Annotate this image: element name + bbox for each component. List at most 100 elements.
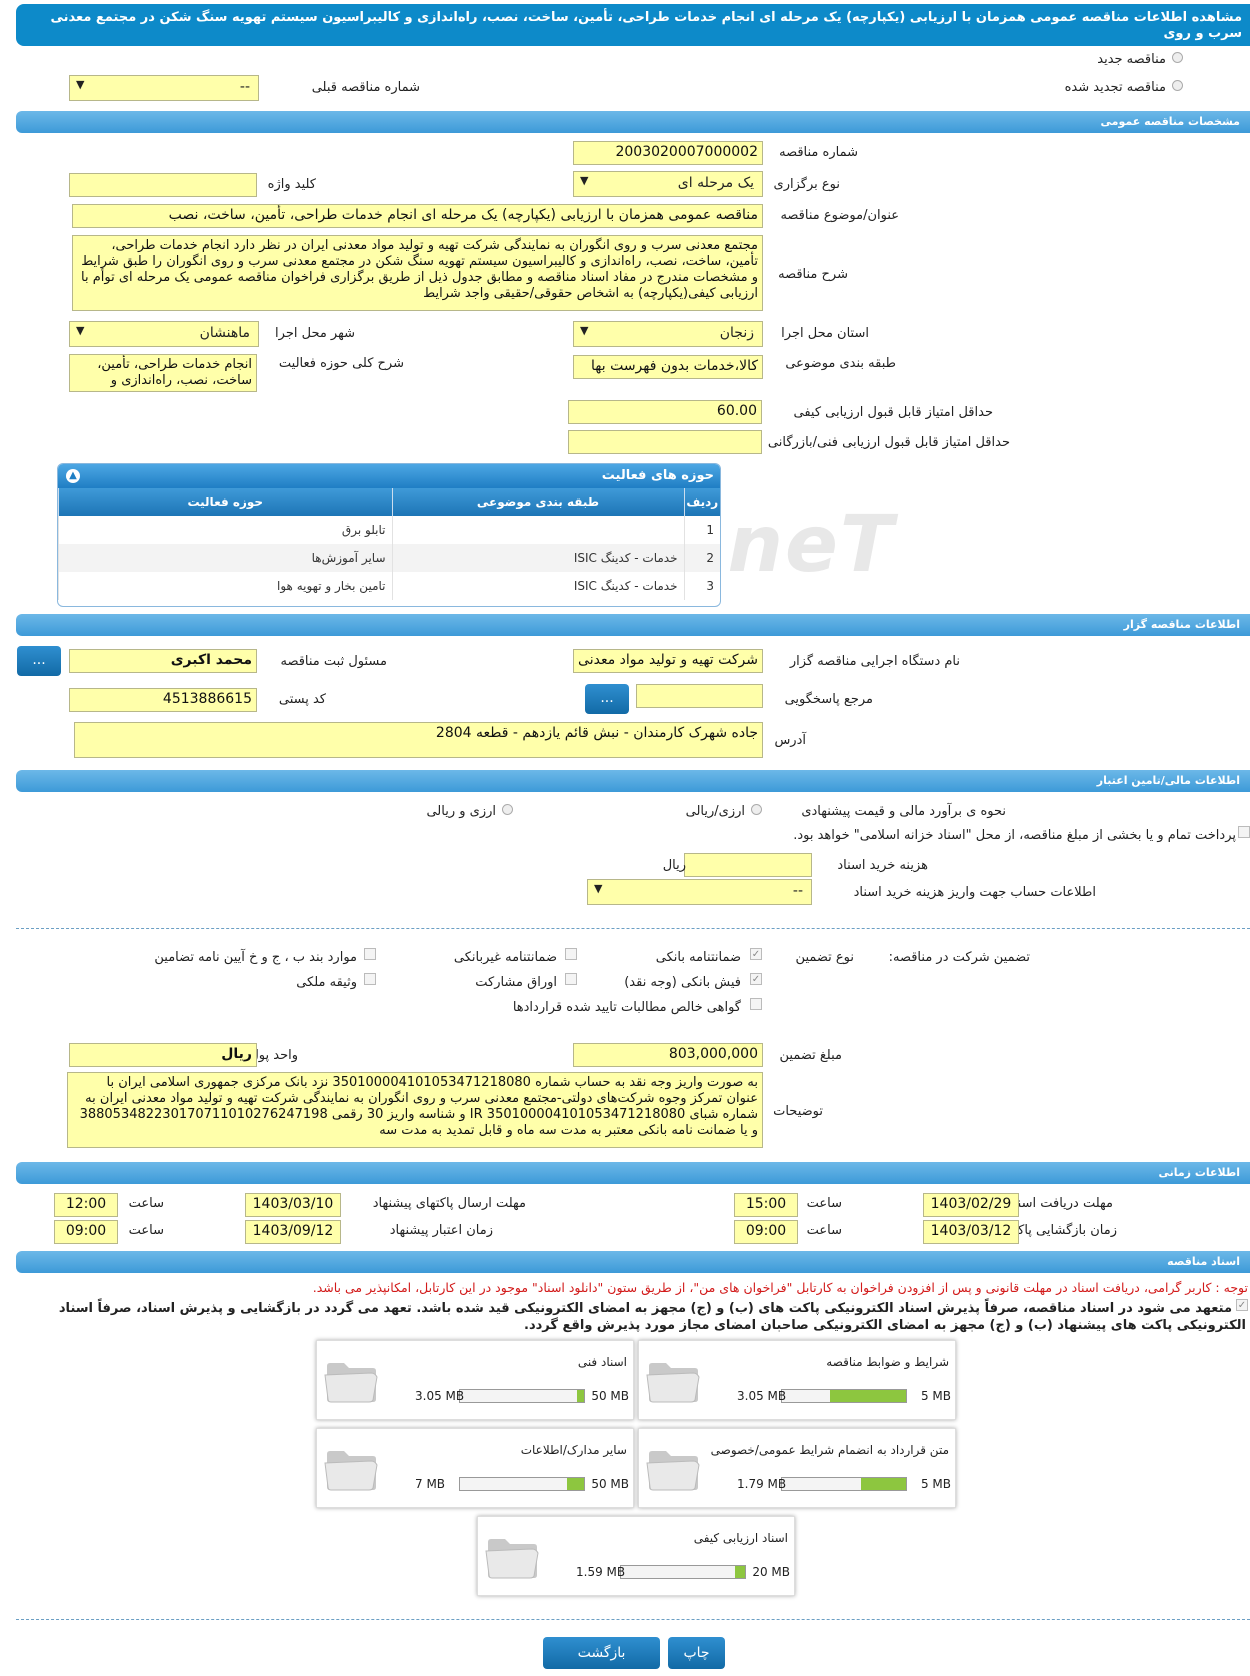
section-general: مشخصات مناقصه عمومی	[16, 111, 1250, 133]
responsible-lookup-button[interactable]: ...	[17, 646, 61, 676]
docs-note: توجه : کاربر گرامی، دریافت اسناد در مهلت…	[312, 1280, 1248, 1295]
doc-receive-time: 15:00	[734, 1193, 798, 1217]
doc-card[interactable]: متن قرارداد به انضمام شرایط عمومی/خصوصی 5…	[638, 1428, 956, 1508]
nonbank-guarantee-checkbox[interactable]	[565, 948, 577, 960]
open-time: 09:00	[734, 1220, 798, 1244]
bonds-checkbox[interactable]	[565, 973, 577, 985]
doc-progress-fill	[735, 1566, 745, 1578]
org-name-label: نام دستگاه اجرایی مناقصه گزار	[789, 654, 960, 669]
chevron-down-icon: ▼	[580, 324, 589, 337]
table-cell: 2	[683, 544, 720, 572]
table-row[interactable]: 1 تابلو برق	[58, 516, 720, 544]
table-cell: 3	[683, 572, 720, 600]
table-cell	[391, 516, 684, 544]
rial-unit: ریال	[662, 858, 686, 873]
doc-progress-fill	[576, 1390, 584, 1402]
doc-progress-fill	[566, 1478, 584, 1490]
city-select[interactable]: ماهنشان ▼	[69, 321, 259, 347]
city-label: شهر محل اجرا	[275, 326, 355, 341]
table-cell: سایر آموزش‌ها	[58, 544, 392, 572]
property-label: وثیقه ملکی	[296, 975, 357, 990]
tender-number-label: شماره مناقصه	[779, 145, 858, 160]
doc-name: سایر مدارک/اطلاعات	[520, 1443, 627, 1457]
renewed-tender-label: مناقصه تجدید شده	[1064, 80, 1166, 95]
doc-card[interactable]: اسناد ارزیابی کیفی 20 MB 1.59 MB	[477, 1516, 795, 1596]
docs-commit: متعهد می شود در اسناد مناقصه، صرفاً پذیر…	[58, 1301, 1246, 1333]
guarantee-label: تضمین شرکت در مناقصه:	[888, 950, 1030, 965]
treasury-text: پرداخت تمام و یا بخشی از مبلغ مناقصه، از…	[793, 828, 1236, 843]
subject-label: عنوان/موضوع مناقصه	[780, 208, 899, 223]
doc-progress-fill	[861, 1478, 906, 1490]
collapse-icon[interactable]: ▲	[66, 469, 80, 483]
keyword-field[interactable]	[69, 173, 257, 197]
tech-score-label: حداقل امتیاز قابل قبول ارزیابی فنی/بازرگ…	[767, 435, 1010, 450]
doc-fee-field	[684, 853, 812, 877]
treasury-checkbox[interactable]	[1238, 826, 1250, 838]
bonds-label: اوراق مشارکت	[475, 975, 557, 990]
desc-label: شرح مناقصه	[778, 267, 848, 282]
account-select[interactable]: -- ▼	[587, 879, 812, 905]
valid-label: زمان اعتبار پیشنهاد	[389, 1223, 493, 1238]
cash-checkbox[interactable]: ✓	[750, 973, 762, 985]
estimate-method-label: نحوه ی برآورد مالی و قیمت پیشنهادی	[801, 804, 1006, 819]
time-label: ساعت	[128, 1196, 164, 1211]
rial-radio[interactable]	[751, 804, 762, 815]
activity-label: شرح کلی حوزه فعالیت	[278, 356, 404, 371]
address-label: آدرس	[774, 733, 806, 748]
divider	[16, 1619, 1250, 1620]
section-org: اطلاعات مناقصه گزار	[16, 614, 1250, 636]
chevron-down-icon: ▼	[76, 324, 85, 337]
new-tender-radio[interactable]	[1172, 52, 1183, 63]
activities-grid: حوزه های فعالیت ▲ ردیف طبقه بندی موضوعی …	[57, 463, 721, 607]
bank-guarantee-checkbox[interactable]: ✓	[750, 948, 762, 960]
tech-score-field	[568, 430, 762, 454]
folder-icon	[646, 1451, 700, 1491]
valid-time: 09:00	[54, 1220, 118, 1244]
prev-number-select[interactable]: -- ▼	[69, 75, 259, 101]
notes-field: به صورت واریز وجه نقد به حساب شماره 3501…	[67, 1072, 763, 1148]
section-docs: اسناد مناقصه	[16, 1251, 1250, 1273]
table-row[interactable]: 3 خدمات - کدینگ ISIC تامین بخار و تهویه …	[58, 572, 720, 600]
table-cell: خدمات - کدینگ ISIC	[391, 572, 684, 600]
keyword-label: کلید واژه	[267, 177, 316, 192]
col-header: ردیف	[683, 488, 720, 516]
doc-card[interactable]: اسناد فنی 50 MB 3.05 MB	[316, 1340, 634, 1420]
doc-fee-label: هزینه خرید اسناد	[837, 858, 928, 873]
property-checkbox[interactable]	[364, 973, 376, 985]
folder-icon	[324, 1451, 378, 1491]
both-radio[interactable]	[502, 804, 513, 815]
reference-lookup-button[interactable]: ...	[585, 684, 629, 714]
rial-radio-label: ارزی/ریالی	[685, 804, 745, 819]
print-button[interactable]: چاپ	[668, 1637, 725, 1669]
back-button[interactable]: بازگشت	[543, 1637, 660, 1669]
doc-card[interactable]: شرایط و ضوابط مناقصه 5 MB 3.05 MB	[638, 1340, 956, 1420]
province-select[interactable]: زنجان ▼	[573, 321, 763, 347]
clause-guarantee-checkbox[interactable]	[364, 948, 376, 960]
type-select[interactable]: یک مرحله ای ▼	[573, 171, 763, 197]
postal-code-field: 4513886615	[69, 688, 257, 712]
doc-max-size: 20 MB	[752, 1565, 790, 1579]
receivables-checkbox[interactable]	[750, 998, 762, 1010]
category-label: طبقه بندی موضوعی	[785, 356, 896, 371]
renewed-tender-radio[interactable]	[1172, 80, 1183, 91]
doc-card[interactable]: سایر مدارک/اطلاعات 50 MB 7 MB	[316, 1428, 634, 1508]
org-name-field: شرکت تهیه و تولید مواد معدنی	[573, 649, 763, 673]
chevron-down-icon: ▼	[580, 174, 589, 187]
activity-field: انجام خدمات طراحی، تأمین، ساخت، نصب، راه…	[69, 354, 257, 392]
desc-field: مجتمع معدنی سرب و روی انگوران به نمایندگ…	[72, 235, 763, 311]
receivables-label: گواهی خالص مطالبات تایید شده قراردادها	[512, 1000, 741, 1015]
doc-receive-date: 1403/02/29	[923, 1193, 1019, 1217]
doc-progress-bar	[620, 1565, 746, 1579]
activities-grid-header: حوزه های فعالیت ▲	[58, 464, 720, 488]
doc-used-size: 1.59 MB	[576, 1565, 626, 1579]
doc-progress-fill	[830, 1390, 906, 1402]
send-date: 1403/03/10	[245, 1193, 341, 1217]
guarantee-amount-field: 803,000,000	[573, 1043, 763, 1067]
doc-name: شرایط و ضوابط مناقصه	[826, 1355, 949, 1369]
doc-max-size: 5 MB	[920, 1477, 951, 1491]
doc-name: اسناد ارزیابی کیفی	[693, 1531, 788, 1545]
table-row[interactable]: 2 خدمات - کدینگ ISIC سایر آموزش‌ها	[58, 544, 720, 572]
table-cell: 1	[683, 516, 720, 544]
doc-progress-bar	[459, 1477, 585, 1491]
doc-max-size: 5 MB	[920, 1389, 951, 1403]
